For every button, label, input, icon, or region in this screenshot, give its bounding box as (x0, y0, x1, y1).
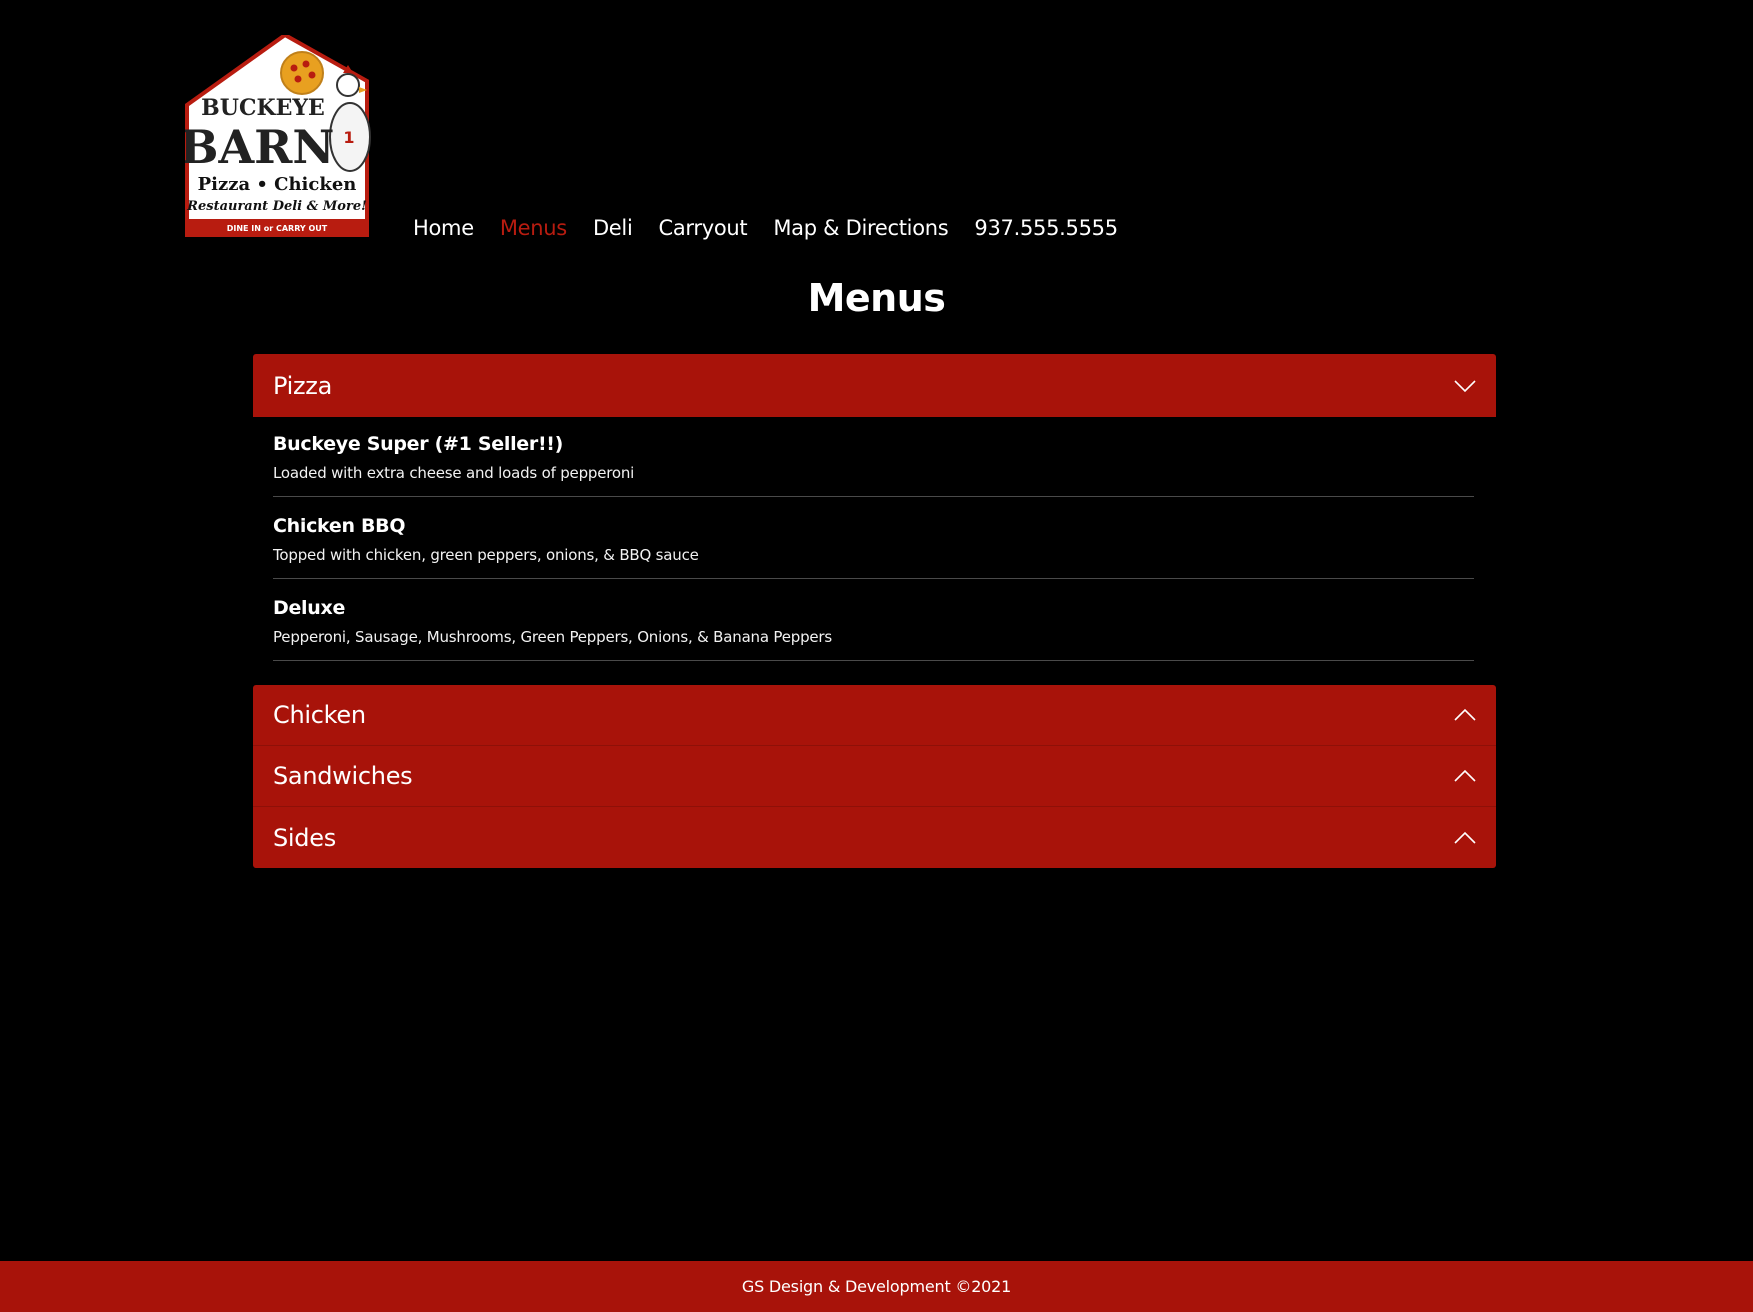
chevron-up-icon (1454, 769, 1476, 782)
menu-item: Buckeye Super (#1 Seller!!) Loaded with … (273, 433, 1474, 497)
nav-home[interactable]: Home (413, 216, 474, 240)
chevron-up-icon (1454, 831, 1476, 844)
logo-badge-text: 1 (343, 128, 354, 147)
accordion-header-pizza[interactable]: Pizza (253, 354, 1496, 417)
accordion-body-pizza: Buckeye Super (#1 Seller!!) Loaded with … (253, 417, 1496, 685)
nav-carryout[interactable]: Carryout (659, 216, 748, 240)
logo-line1: BUCKEYE (201, 95, 325, 121)
logo-line4: Restaurant Deli & More! (186, 199, 367, 214)
nav-map-directions[interactable]: Map & Directions (773, 216, 948, 240)
site-footer: GS Design & Development ©2021 (0, 1261, 1753, 1312)
buckeye-barn-logo-image: 1 BUCKEYE BARN Pizza • Chicken Restauran… (185, 35, 371, 237)
menu-item-name: Chicken BBQ (273, 515, 406, 537)
menu-item-name: Deluxe (273, 597, 346, 619)
accordion-header-sides[interactable]: Sides (253, 807, 1496, 868)
chevron-up-icon (1454, 708, 1476, 721)
accordion-label-sides: Sides (273, 823, 336, 852)
nav-menus[interactable]: Menus (500, 216, 567, 240)
accordion-header-chicken[interactable]: Chicken (253, 685, 1496, 746)
menu-item: Chicken BBQ Topped with chicken, green p… (273, 515, 1474, 579)
accordion-collapsed-group: Chicken Sandwiches Sides (253, 685, 1496, 868)
accordion-header-sandwiches[interactable]: Sandwiches (253, 746, 1496, 807)
site-logo[interactable]: 1 BUCKEYE BARN Pizza • Chicken Restauran… (185, 35, 385, 237)
logo-line5: DINE IN or CARRY OUT (227, 224, 328, 233)
logo-line2: BARN (185, 120, 334, 174)
footer-credit: GS Design & Development ©2021 (741, 1277, 1012, 1296)
nav-phone[interactable]: 937.555.5555 (974, 216, 1118, 240)
menu-item-description: Pepperoni, Sausage, Mushrooms, Green Pep… (273, 628, 833, 646)
nav-deli[interactable]: Deli (593, 216, 633, 240)
menu-item: Deluxe Pepperoni, Sausage, Mushrooms, Gr… (273, 597, 1474, 661)
accordion-label-chicken: Chicken (273, 701, 366, 729)
menu-accordion: Pizza Buckeye Super (#1 Seller!!) Loaded… (253, 354, 1496, 868)
menu-item-description: Loaded with extra cheese and loads of pe… (273, 464, 635, 482)
menu-item-name: Buckeye Super (#1 Seller!!) (273, 433, 564, 455)
logo-line3: Pizza • Chicken (198, 174, 357, 195)
accordion-label-sandwiches: Sandwiches (273, 762, 413, 790)
page-title: Menus (807, 276, 946, 320)
menu-item-description: Topped with chicken, green peppers, onio… (273, 546, 699, 564)
chevron-down-icon (1454, 379, 1476, 392)
accordion-label-pizza: Pizza (273, 371, 333, 400)
main-nav: Home Menus Deli Carryout Map & Direction… (413, 210, 1144, 246)
